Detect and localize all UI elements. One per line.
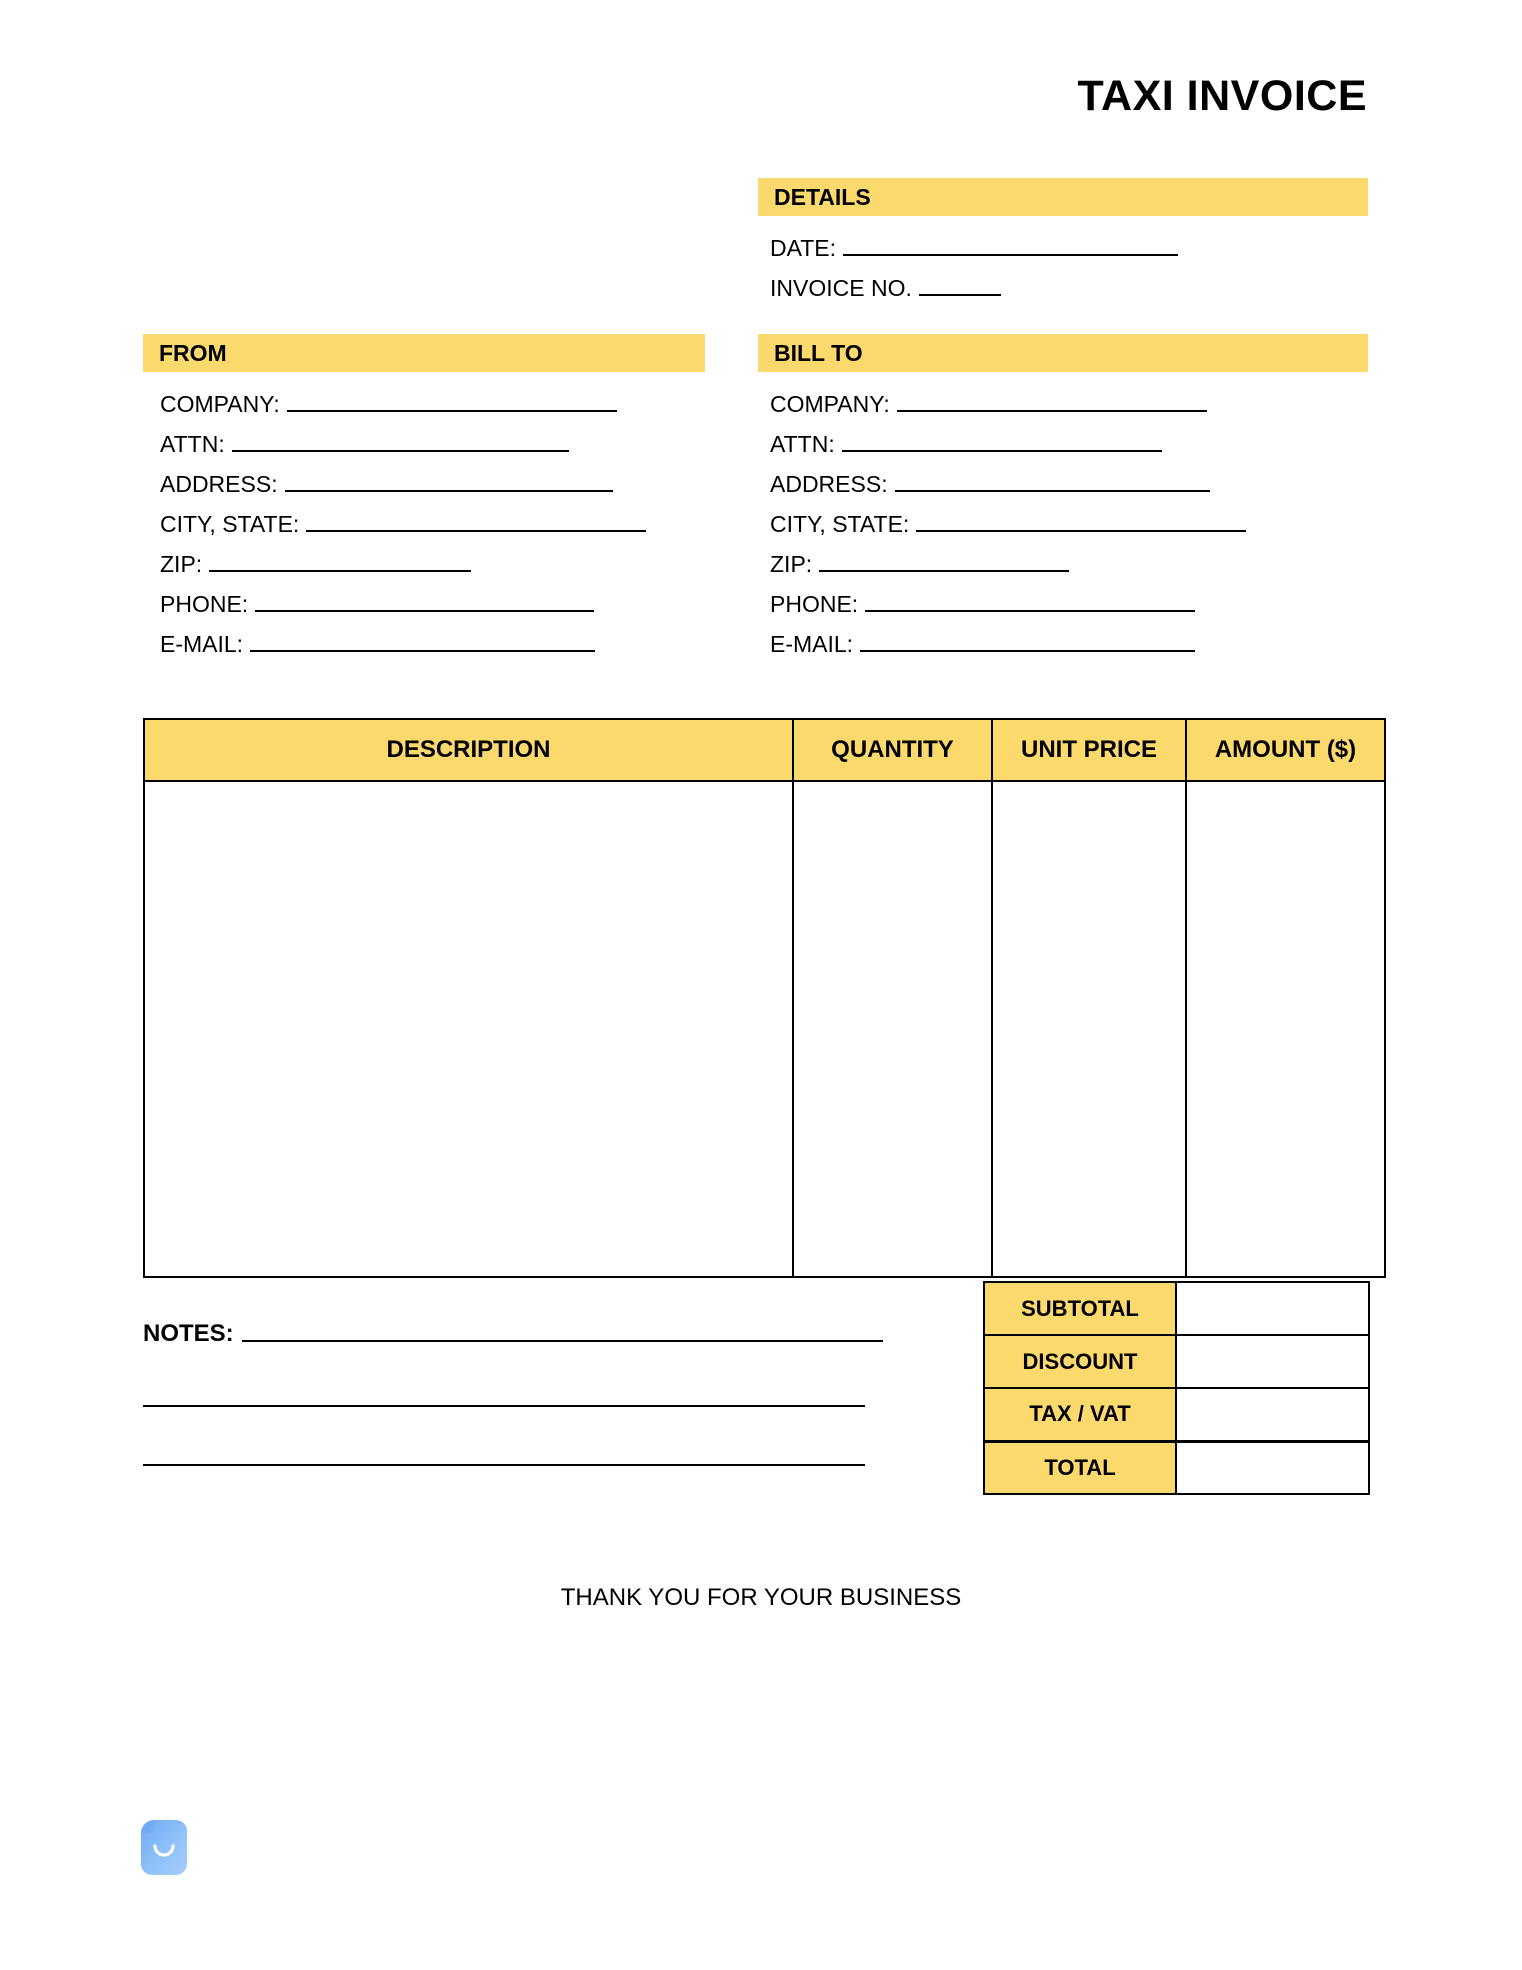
field-input-line[interactable] <box>865 610 1196 612</box>
field-input-line[interactable] <box>918 294 1001 296</box>
field-row: ATTN: <box>160 418 720 458</box>
field-label: ZIP: <box>770 551 813 577</box>
field-row: CITY, STATE: <box>160 498 720 538</box>
cell-unit-price[interactable] <box>991 780 1187 1278</box>
cell-description[interactable] <box>143 780 794 1278</box>
field-label: DATE: <box>770 235 837 261</box>
footer-thank-you: THANK YOU FOR YOUR BUSINESS <box>560 1584 962 1611</box>
field-input-line[interactable] <box>284 490 613 492</box>
field-label: E-MAIL: <box>770 631 854 657</box>
from-fields: COMPANY: ATTN: ADDRESS: CITY, STATE: ZIP: PHO… <box>160 378 720 658</box>
field-row: ADDRESS: <box>160 458 720 498</box>
totals-value-tax-vat[interactable] <box>1175 1387 1370 1442</box>
bill-to-fields: COMPANY: ATTN: ADDRESS: CITY, STATE: ZIP: PHO… <box>770 378 1380 658</box>
field-row: ATTN: <box>770 418 1380 458</box>
totals-label-total: TOTAL <box>983 1439 1177 1495</box>
notes-input-line-2[interactable] <box>143 1405 865 1407</box>
line-items-table: DESCRIPTION QUANTITY UNIT PRICE AMOUNT (… <box>143 718 1386 1278</box>
totals-label-subtotal: SUBTOTAL <box>983 1281 1177 1336</box>
notes-section: NOTES: <box>143 1320 883 1466</box>
totals-row: SUBTOTAL <box>983 1281 1370 1336</box>
details-section-header: DETAILS <box>758 178 1368 216</box>
field-input-line[interactable] <box>306 530 647 532</box>
field-label: COMPANY: <box>160 391 280 417</box>
notes-label: NOTES: <box>143 1320 234 1347</box>
page-title: TAXI INVOICE <box>1077 72 1367 120</box>
field-label: ADDRESS: <box>770 471 888 497</box>
field-input-line[interactable] <box>231 450 569 452</box>
field-input-line[interactable] <box>819 570 1070 572</box>
bill-to-section-header: BILL TO <box>758 334 1368 372</box>
notes-first-line: NOTES: <box>143 1320 883 1348</box>
field-label: COMPANY: <box>770 391 890 417</box>
field-input-line[interactable] <box>916 530 1247 532</box>
field-input-line[interactable] <box>209 570 472 572</box>
field-input-line[interactable] <box>843 254 1179 256</box>
totals-table: SUBTOTAL DISCOUNT TAX / VAT TOTAL <box>983 1281 1370 1495</box>
totals-label-tax-vat: TAX / VAT <box>983 1387 1177 1442</box>
document-smile-logo <box>141 1820 187 1875</box>
invoice-page: TAXI INVOICE DETAILS DATE: INVOICE NO. FR… <box>0 0 1522 1970</box>
notes-input-line-1[interactable] <box>241 1340 883 1342</box>
details-heading-label: DETAILS <box>774 183 871 210</box>
field-label: ADDRESS: <box>160 471 278 497</box>
field-row: COMPANY: <box>770 378 1380 418</box>
field-label: CITY, STATE: <box>160 511 300 537</box>
field-input-line[interactable] <box>841 450 1162 452</box>
field-label: ATTN: <box>160 431 225 457</box>
field-row: INVOICE NO. <box>770 262 1370 302</box>
cell-amount[interactable] <box>1185 780 1386 1278</box>
column-header-amount: AMOUNT ($) <box>1185 718 1386 782</box>
field-input-line[interactable] <box>286 410 617 412</box>
field-row: CITY, STATE: <box>770 498 1380 538</box>
from-section-header: FROM <box>143 334 705 372</box>
totals-row: DISCOUNT <box>983 1334 1370 1389</box>
field-row: E-MAIL: <box>770 618 1380 658</box>
field-row: DATE: <box>770 222 1370 262</box>
field-label: E-MAIL: <box>160 631 244 657</box>
from-heading-label: FROM <box>159 339 227 366</box>
field-input-line[interactable] <box>896 410 1207 412</box>
column-header-unit-price: UNIT PRICE <box>991 718 1187 782</box>
field-row: COMPANY: <box>160 378 720 418</box>
totals-value-total[interactable] <box>1175 1439 1370 1495</box>
column-header-quantity: QUANTITY <box>792 718 993 782</box>
field-input-line[interactable] <box>860 650 1196 652</box>
field-label: INVOICE NO. <box>770 275 912 301</box>
totals-row: TAX / VAT <box>983 1387 1370 1442</box>
totals-label-discount: DISCOUNT <box>983 1334 1177 1389</box>
totals-value-discount[interactable] <box>1175 1334 1370 1389</box>
field-label: PHONE: <box>770 591 859 617</box>
field-label: ZIP: <box>160 551 203 577</box>
totals-row: TOTAL <box>983 1439 1370 1495</box>
line-items-header-row: DESCRIPTION QUANTITY UNIT PRICE AMOUNT (… <box>143 718 1386 782</box>
bill-to-heading-label: BILL TO <box>774 339 863 366</box>
field-row: PHONE: <box>160 578 720 618</box>
field-row: ZIP: <box>770 538 1380 578</box>
field-row: E-MAIL: <box>160 618 720 658</box>
line-items-body-row <box>143 780 1386 1278</box>
field-input-line[interactable] <box>894 490 1210 492</box>
field-row: ZIP: <box>160 538 720 578</box>
column-header-description: DESCRIPTION <box>143 718 794 782</box>
field-label: CITY, STATE: <box>770 511 910 537</box>
field-row: ADDRESS: <box>770 458 1380 498</box>
field-input-line[interactable] <box>255 610 595 612</box>
field-label: PHONE: <box>160 591 249 617</box>
details-fields: DATE: INVOICE NO. <box>770 222 1370 302</box>
field-label: ATTN: <box>770 431 835 457</box>
notes-input-line-3[interactable] <box>143 1464 865 1466</box>
field-input-line[interactable] <box>250 650 596 652</box>
totals-value-subtotal[interactable] <box>1175 1281 1370 1336</box>
cell-quantity[interactable] <box>792 780 993 1278</box>
field-row: PHONE: <box>770 578 1380 618</box>
